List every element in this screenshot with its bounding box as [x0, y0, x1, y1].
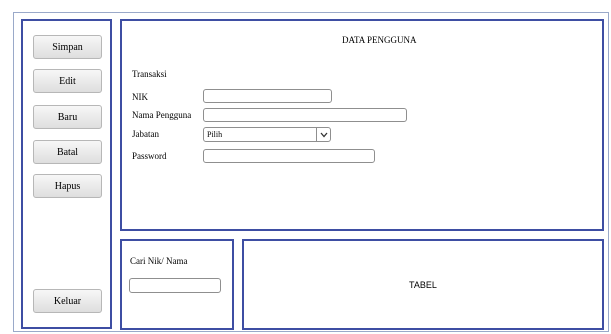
save-button[interactable]: Simpan	[33, 35, 102, 59]
form-title: DATA PENGGUNA	[342, 35, 417, 45]
password-field[interactable]	[203, 149, 375, 163]
nik-field[interactable]	[203, 89, 332, 103]
edit-button[interactable]: Edit	[33, 69, 102, 93]
exit-button[interactable]: Keluar	[33, 289, 102, 313]
position-label: Jabatan	[132, 129, 159, 139]
section-label: Transaksi	[132, 69, 167, 79]
search-label: Cari Nik/ Nama	[130, 256, 188, 266]
password-label: Password	[132, 151, 167, 161]
table-label: TABEL	[409, 280, 437, 290]
position-select[interactable]: Pilih	[203, 127, 331, 142]
username-label: Nama Pengguna	[132, 110, 192, 120]
delete-button[interactable]: Hapus	[33, 174, 102, 198]
search-input[interactable]	[129, 278, 221, 293]
nik-label: NIK	[132, 92, 148, 102]
new-button[interactable]: Baru	[33, 105, 102, 129]
cancel-button[interactable]: Batal	[33, 140, 102, 164]
username-field[interactable]	[203, 108, 407, 122]
form-panel	[120, 19, 604, 231]
chevron-down-icon[interactable]	[316, 128, 330, 141]
position-selected-value: Pilih	[207, 130, 223, 139]
